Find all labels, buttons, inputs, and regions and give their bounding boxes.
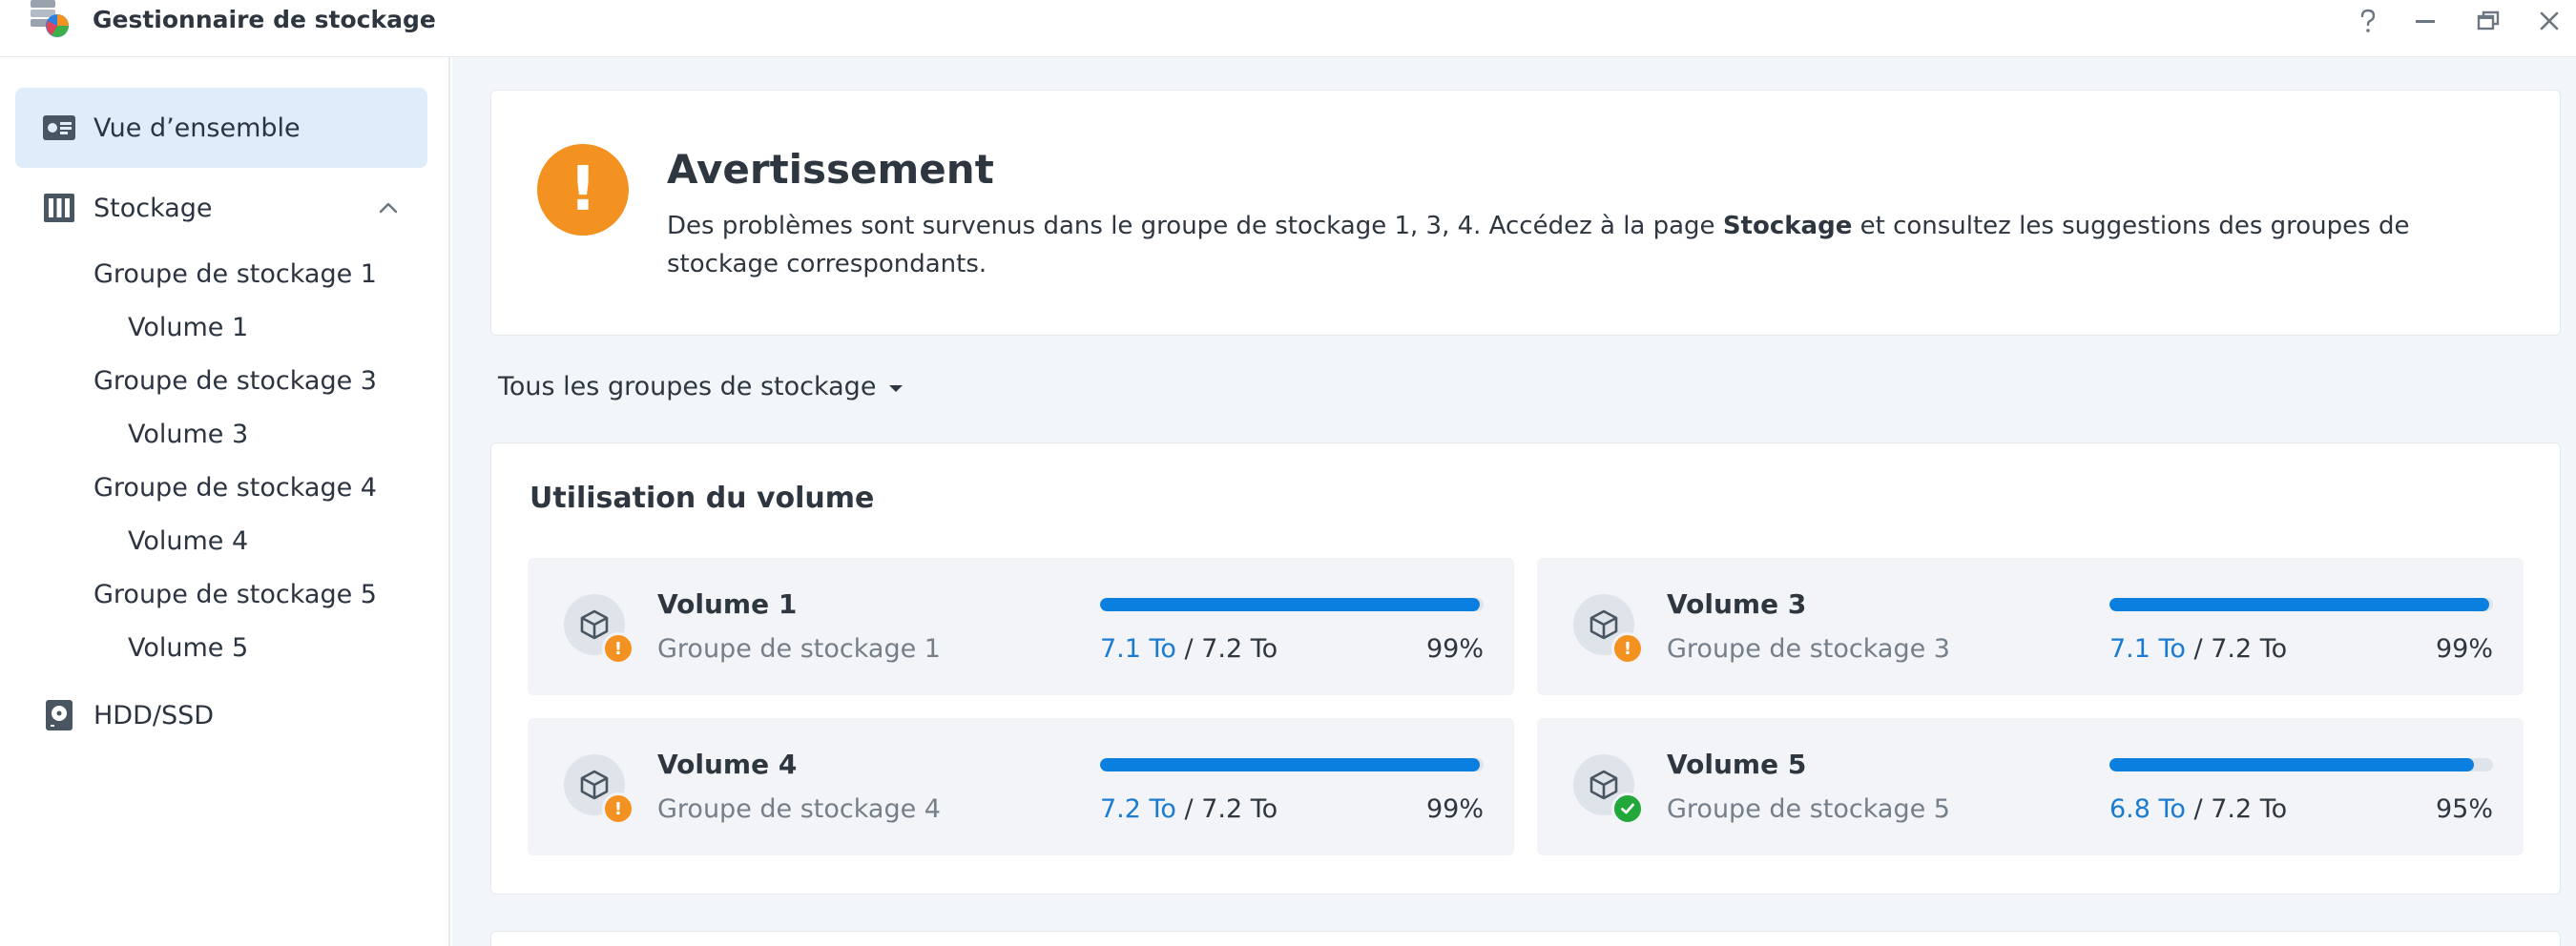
warning-message: Des problèmes sont survenus dans le grou… xyxy=(667,212,2410,278)
sidebar-item-label: Vue d’ensemble xyxy=(93,113,301,143)
used-size: 6.8 To xyxy=(2109,794,2186,824)
sidebar-item-pool-4[interactable]: Groupe de stockage 4 xyxy=(93,469,377,507)
used-size: 7.2 To xyxy=(1100,794,1176,824)
volume-tile-1[interactable]: ! Volume 1 Groupe de stockage 1 7.1 To /… xyxy=(528,558,1514,695)
storage-pool-filter-dropdown[interactable]: Tous les groupes de stockage xyxy=(498,372,904,401)
overview-icon xyxy=(42,111,76,145)
check-badge-icon xyxy=(1611,792,1644,825)
usage-text: 7.1 To / 7.2 To xyxy=(1100,634,1278,664)
sidebar-item-pool-5[interactable]: Groupe de stockage 5 xyxy=(93,576,377,614)
chevron-up-icon[interactable] xyxy=(376,195,401,220)
storage-icon xyxy=(42,191,76,225)
volume-tile-4[interactable]: ! Volume 4 Groupe de stockage 4 7.2 To /… xyxy=(528,718,1514,855)
sidebar-item-label: HDD/SSD xyxy=(93,700,215,730)
window-title: Gestionnaire de stockage xyxy=(93,6,436,33)
sidebar-item-volume-1[interactable]: Volume 1 xyxy=(128,309,248,347)
sidebar-item-hdd-ssd[interactable]: HDD/SSD xyxy=(15,675,427,755)
usage-bar xyxy=(1100,598,1484,611)
volume-pool: Groupe de stockage 1 xyxy=(657,634,941,664)
sidebar-item-volume-3[interactable]: Volume 3 xyxy=(128,416,248,454)
sidebar-item-volume-4[interactable]: Volume 4 xyxy=(128,523,248,561)
volume-pool: Groupe de stockage 4 xyxy=(657,794,941,824)
volume-usage-card: Utilisation du volume ! Volume 1 Groupe … xyxy=(490,442,2561,895)
sidebar-item-storage[interactable]: Stockage xyxy=(15,168,427,248)
hard-drive-icon xyxy=(42,698,76,732)
total-size: / 7.2 To xyxy=(2193,634,2288,664)
sidebar-item-pool-3[interactable]: Groupe de stockage 3 xyxy=(93,362,377,401)
usage-percent: 95% xyxy=(2435,794,2493,824)
usage-text: 7.2 To / 7.2 To xyxy=(1100,794,1278,824)
main-content: ! Avertissement Des problèmes sont surve… xyxy=(452,57,2576,946)
warning-badge-icon: ! xyxy=(602,632,634,665)
filter-label: Tous les groupes de stockage xyxy=(498,372,877,401)
volume-usage-title: Utilisation du volume xyxy=(530,482,875,515)
close-icon[interactable] xyxy=(2530,2,2568,40)
sidebar-item-pool-1[interactable]: Groupe de stockage 1 xyxy=(93,256,377,294)
warning-badge-icon: ! xyxy=(1611,632,1644,665)
total-size: / 7.2 To xyxy=(2193,794,2288,824)
help-icon[interactable] xyxy=(2349,2,2387,40)
sidebar-item-overview[interactable]: Vue d’ensemble xyxy=(15,88,427,168)
usage-bar xyxy=(2109,758,2493,771)
total-size: / 7.2 To xyxy=(1184,794,1278,824)
usage-bar-fill xyxy=(2109,758,2474,771)
caret-down-icon xyxy=(889,385,904,392)
usage-percent: 99% xyxy=(1425,794,1484,824)
sidebar: Vue d’ensemble Stockage Groupe de stocka… xyxy=(0,57,450,946)
used-size: 7.1 To xyxy=(2109,634,2186,664)
volume-pool: Groupe de stockage 5 xyxy=(1667,794,1950,824)
usage-text: 6.8 To / 7.2 To xyxy=(2109,794,2287,824)
volume-name: Volume 4 xyxy=(657,749,798,780)
warning-banner: ! Avertissement Des problèmes sont surve… xyxy=(490,90,2561,336)
usage-percent: 99% xyxy=(1425,634,1484,664)
warning-title: Avertissement xyxy=(667,146,994,193)
volume-tile-3[interactable]: ! Volume 3 Groupe de stockage 3 7.1 To /… xyxy=(1537,558,2524,695)
usage-bar-fill xyxy=(2109,598,2489,611)
warning-badge-icon: ! xyxy=(602,792,634,825)
usage-bar-fill xyxy=(1100,598,1480,611)
volume-name: Volume 5 xyxy=(1667,749,1807,780)
volume-tile-5[interactable]: Volume 5 Groupe de stockage 5 6.8 To / 7… xyxy=(1537,718,2524,855)
used-size: 7.1 To xyxy=(1100,634,1176,664)
restore-icon[interactable] xyxy=(2469,2,2507,40)
volume-name: Volume 3 xyxy=(1667,588,1807,620)
volume-name: Volume 1 xyxy=(657,588,798,620)
usage-bar xyxy=(2109,598,2493,611)
total-size: / 7.2 To xyxy=(1184,634,1278,664)
sidebar-item-label: Stockage xyxy=(93,193,213,223)
volume-pool: Groupe de stockage 3 xyxy=(1667,634,1950,664)
next-card xyxy=(490,931,2561,946)
usage-text: 7.1 To / 7.2 To xyxy=(2109,634,2287,664)
warning-icon: ! xyxy=(537,144,629,236)
usage-bar xyxy=(1100,758,1484,771)
usage-percent: 99% xyxy=(2435,634,2493,664)
minimize-icon[interactable] xyxy=(2406,2,2444,40)
usage-bar-fill xyxy=(1100,758,1480,771)
storage-link-text: Stockage xyxy=(1722,212,1853,240)
storage-manager-icon xyxy=(27,0,73,38)
title-bar: Gestionnaire de stockage xyxy=(0,0,2576,57)
sidebar-item-volume-5[interactable]: Volume 5 xyxy=(128,629,248,668)
